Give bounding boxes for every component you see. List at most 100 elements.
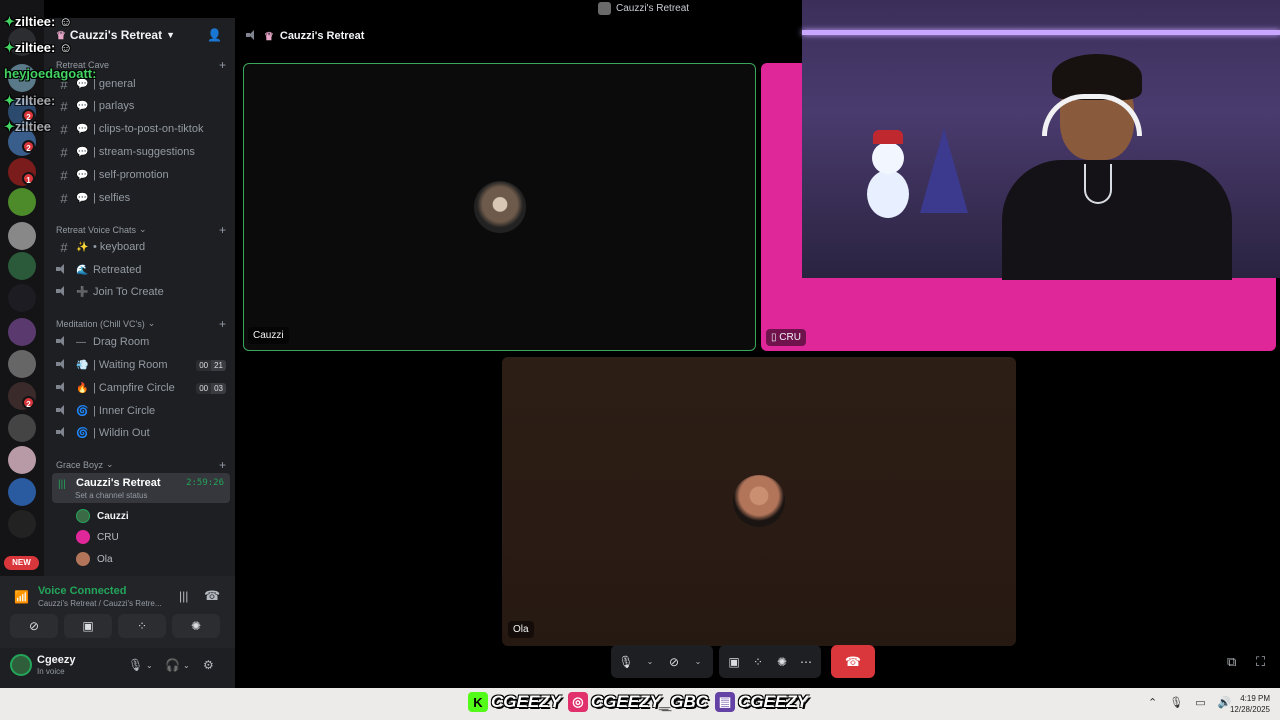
disconnect-icon[interactable]: ☎: [204, 588, 220, 604]
channel-stream-suggestions[interactable]: # 💬 | stream-suggestions: [56, 142, 226, 162]
channel-keyboard[interactable]: # ✨ • keyboard: [56, 237, 226, 257]
noise-suppression-icon[interactable]: |||: [179, 589, 188, 603]
set-channel-status[interactable]: Set a channel status: [75, 491, 148, 500]
voice-connected-label[interactable]: Voice Connected: [38, 585, 126, 597]
server-icon[interactable]: [8, 510, 36, 538]
overlay-chat-line: ✦ziltiee: ☺: [4, 40, 73, 55]
mobile-icon: ▯: [771, 332, 777, 343]
channel-parlays[interactable]: # 💬 | parlays: [56, 96, 226, 116]
voice-channel-drag-room[interactable]: — Drag Room: [56, 332, 226, 352]
window-title: Cauzzi's Retreat: [598, 2, 689, 15]
chevron-down-icon[interactable]: ⌄: [183, 661, 190, 670]
camera-off-button[interactable]: ⊘: [10, 614, 58, 638]
activities-icon[interactable]: ⁘: [749, 651, 767, 673]
channel-emoji: 💨: [76, 359, 89, 371]
channel-emoji: ✨: [76, 241, 89, 253]
server-icon[interactable]: [8, 446, 36, 474]
voice-channel-retreated[interactable]: 🌊 Retreated: [56, 260, 226, 280]
instagram-icon: ◎: [567, 692, 588, 712]
server-avatar-icon: [598, 2, 611, 15]
display-icon[interactable]: ▭: [1195, 696, 1205, 709]
video-tile-ola[interactable]: Ola: [502, 357, 1016, 646]
overlay-chat-line: ✦ziltiee: [4, 119, 52, 134]
chevron-up-icon[interactable]: ⌃: [1148, 696, 1157, 709]
username[interactable]: Cgeezy: [37, 654, 76, 666]
server-icon[interactable]: [8, 318, 36, 346]
leave-call-button[interactable]: ☎: [831, 645, 875, 678]
video-tile-cauzzi[interactable]: Cauzzi: [243, 63, 756, 351]
soundboard-button[interactable]: ✺: [172, 614, 220, 638]
screen-share-icon[interactable]: ▣: [725, 651, 743, 673]
server-icon[interactable]: [8, 350, 36, 378]
tile-name-label: Cauzzi: [248, 327, 289, 344]
soundboard-icon[interactable]: ✺: [773, 651, 791, 673]
clock-date: 12/28/2025: [1229, 705, 1270, 714]
popout-icon[interactable]: ⧉: [1227, 654, 1236, 670]
chevron-down-icon[interactable]: ⌄: [689, 651, 707, 673]
category-grace-boyz[interactable]: Grace Boyz ⌄ +: [56, 458, 226, 472]
twitch-icon: ▤: [715, 692, 736, 712]
channel-name: | stream-suggestions: [93, 146, 195, 158]
member-cru[interactable]: CRU: [76, 528, 119, 546]
server-icon[interactable]: [8, 188, 36, 216]
add-channel-icon[interactable]: +: [219, 58, 226, 72]
microphone-icon[interactable]: 🎙: [1169, 696, 1183, 709]
activities-button[interactable]: ⁘: [118, 614, 166, 638]
voice-channel-join-to-create[interactable]: ➕ Join To Create: [56, 282, 226, 302]
gear-icon[interactable]: ⚙: [203, 658, 214, 672]
chevron-down-icon[interactable]: ⌄: [641, 651, 659, 673]
member-cauzzi[interactable]: Cauzzi: [76, 507, 129, 525]
active-channel-name: Cauzzi's Retreat: [76, 477, 161, 489]
server-icon[interactable]: [8, 252, 36, 280]
member-ola[interactable]: Ola: [76, 550, 113, 568]
clock[interactable]: 4:19 PM 12/28/2025: [1226, 693, 1270, 715]
fullscreen-icon[interactable]: ⛶: [1256, 654, 1265, 670]
chevron-down-icon: ⌄: [147, 318, 156, 328]
signal-icon[interactable]: 📶: [14, 590, 29, 604]
voice-channel-campfire-circle[interactable]: 🔥 | Campfire Circle 00 03: [56, 378, 226, 398]
voice-channel-path[interactable]: Cauzzi's Retreat / Cauzzi's Retre...: [38, 599, 170, 608]
activities-icon: ⁘: [136, 619, 148, 633]
mic-camera-group: 🎙 ⌄ ⊘ ⌄: [611, 645, 713, 678]
add-channel-icon[interactable]: +: [219, 223, 226, 237]
chevron-down-icon[interactable]: ⌄: [146, 661, 153, 670]
server-icon[interactable]: [8, 284, 36, 312]
server-icon[interactable]: [8, 414, 36, 442]
microphone-icon[interactable]: 🎙: [128, 658, 143, 672]
user-status: In voice: [37, 667, 65, 676]
add-member-icon[interactable]: 👤: [207, 28, 222, 42]
channel-emoji: —: [76, 336, 86, 348]
channel-selfies[interactable]: # 💬 | selfies: [56, 188, 226, 208]
category-retreat-voice[interactable]: Retreat Voice Chats ⌄ +: [56, 223, 226, 237]
new-badge[interactable]: NEW: [4, 556, 39, 570]
system-tray: ⌃ 🎙 ▭ 🔊: [1148, 696, 1231, 709]
channel-name: Drag Room: [93, 336, 150, 348]
headphones-icon[interactable]: 🎧: [165, 658, 180, 672]
voice-channel-inner-circle[interactable]: 🌀 | Inner Circle: [56, 401, 226, 421]
more-options-icon[interactable]: ⋯: [797, 651, 815, 673]
avatar[interactable]: [10, 654, 32, 676]
add-channel-icon[interactable]: +: [219, 458, 226, 472]
camera-off-icon[interactable]: ⊘: [665, 651, 683, 673]
screen-share-button[interactable]: ▣: [64, 614, 112, 638]
active-voice-channel[interactable]: ||| Cauzzi's Retreat 2:59:26 Set a chann…: [52, 473, 230, 503]
server-icon[interactable]: [8, 222, 36, 250]
hash-icon: #: [60, 98, 68, 114]
voice-channel-waiting-room[interactable]: 💨 | Waiting Room 00 21: [56, 355, 226, 375]
user-panel: Cgeezy In voice 🎙 ⌄ 🎧 ⌄ ⚙: [0, 648, 235, 688]
category-meditation[interactable]: Meditation (Chill VC's) ⌄ +: [56, 317, 226, 331]
server-icon[interactable]: [8, 478, 36, 506]
member-name: CRU: [97, 531, 119, 543]
channel-clips[interactable]: # 💬 | clips-to-post-on-tiktok: [56, 119, 226, 139]
channel-emoji: 🌊: [76, 264, 89, 276]
channel-self-promotion[interactable]: # 💬 | self-promotion: [56, 165, 226, 185]
speaker-icon: [56, 404, 72, 418]
voice-activity-icon: |||: [58, 479, 66, 490]
microphone-icon[interactable]: 🎙: [617, 651, 635, 673]
add-channel-icon[interactable]: +: [219, 317, 226, 331]
hash-icon: #: [60, 239, 68, 255]
channel-name: | clips-to-post-on-tiktok: [93, 123, 204, 135]
voice-channel-wildin-out[interactable]: 🌀 | Wildin Out: [56, 423, 226, 443]
social-handle: CGEEZY: [738, 692, 808, 711]
social-banner: K CGEEZY ◎ CGEEZY_GBC ▤ CGEEZY: [468, 692, 812, 712]
